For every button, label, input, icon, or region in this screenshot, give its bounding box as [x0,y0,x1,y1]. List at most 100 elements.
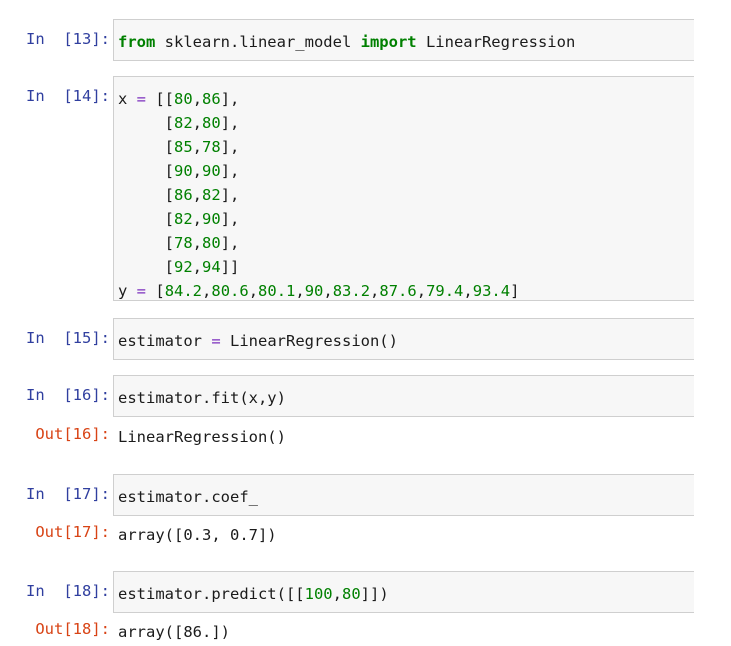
code-number: 86 [202,90,221,108]
code-token: , [248,282,259,300]
code-token: LinearRegression [416,33,576,51]
code-number: 82 [174,210,193,228]
code-token: sklearn.linear_model [155,33,361,51]
output-text-16: LinearRegression() [118,428,286,446]
code-number: 90 [202,210,221,228]
code-token: ], [220,114,240,132]
code-token: ], [220,90,240,108]
code-number: 93.4 [472,282,511,300]
code-number: 85 [174,138,193,156]
code-token: [ [118,258,174,276]
output-area-17: Out[17]: array([0.3, 0.7]) [0,523,731,549]
code-token: estimator.coef_ [118,488,258,506]
code-number: 80 [202,114,221,132]
code-token: , [192,90,203,108]
notebook-cell-15: In [15]: estimator = LinearRegression() [0,318,731,360]
code-token: estimator.fit(x,y) [118,389,286,407]
notebook-cell-18: In [18]: estimator.predict([[100,80]]) [0,571,731,613]
code-line: [82,80], [118,111,519,135]
code-number: 94 [202,258,221,276]
code-line: y = [84.2,80.6,80.1,90,83.2,87.6,79.4,93… [118,279,519,303]
code-token: [ [118,138,174,156]
out-prompt-16: Out[16]: [35,425,110,443]
code-token: [ [118,114,174,132]
code-token: [ [118,186,174,204]
code-token: , [192,186,203,204]
code-number: 82 [202,186,221,204]
code-number: 78 [174,234,193,252]
code-token: , [332,585,342,603]
code-number: 90 [202,162,221,180]
code-line: [90,90], [118,159,519,183]
code-token: , [202,282,212,300]
in-prompt-17: In [17]: [26,485,110,503]
in-prompt-18: In [18]: [26,582,110,600]
code-number: 80.1 [258,282,296,300]
code-token: ], [220,162,240,180]
code-number: 84.2 [164,282,203,300]
code-16[interactable]: estimator.fit(x,y) [118,386,286,410]
notebook-cell-17: In [17]: estimator.coef_ [0,474,731,516]
code-line: [82,90], [118,207,519,231]
code-token: LinearRegression() [220,332,398,350]
code-token: [ [118,162,174,180]
code-token: [ [146,282,165,300]
code-token: ], [220,186,240,204]
code-keyword: import [360,33,417,51]
code-token: , [370,282,380,300]
code-token: , [192,162,203,180]
in-prompt-14: In [14]: [26,87,110,105]
code-token: x [118,90,137,108]
code-token: , [416,282,427,300]
code-line: [86,82], [118,183,519,207]
code-token: , [463,282,473,300]
code-17[interactable]: estimator.coef_ [118,485,258,509]
code-token: ], [220,234,240,252]
code-line: x = [[80,86], [118,87,519,111]
code-token: [ [118,210,174,228]
code-line: from sklearn.linear_model import LinearR… [118,30,575,54]
code-token: , [192,258,203,276]
code-operator: = [136,282,147,300]
code-token: ]]) [360,585,389,603]
output-text-17: array([0.3, 0.7]) [118,526,277,544]
in-prompt-15: In [15]: [26,329,110,347]
code-operator: = [136,90,147,108]
code-token: , [192,138,203,156]
code-token: [[ [146,90,175,108]
code-14[interactable]: x = [[80,86], [82,80], [85,78], [90,90],… [118,87,519,303]
output-area-16: Out[16]: LinearRegression() [0,425,731,451]
in-prompt-16: In [16]: [26,386,110,404]
code-number: 83.2 [332,282,371,300]
code-number: 80 [174,90,193,108]
code-number: 86 [174,186,193,204]
code-line: estimator.coef_ [118,485,258,509]
code-number: 80.6 [211,282,249,300]
notebook-cell-13: In [13]: from sklearn.linear_model impor… [0,19,731,61]
code-line: estimator = LinearRegression() [118,329,398,353]
code-keyword: from [118,33,156,51]
code-18[interactable]: estimator.predict([[100,80]]) [118,582,389,606]
code-line: estimator.predict([[100,80]]) [118,582,389,606]
code-token: ], [220,138,240,156]
code-number: 92 [174,258,193,276]
code-token: , [192,114,203,132]
code-line: estimator.fit(x,y) [118,386,286,410]
code-token: y [118,282,137,300]
code-token: , [323,282,333,300]
code-token: ] [510,282,520,300]
code-15[interactable]: estimator = LinearRegression() [118,329,398,353]
code-number: 79.4 [426,282,464,300]
code-operator: = [211,332,221,350]
code-token: ]] [220,258,240,276]
code-number: 80 [341,585,361,603]
code-token: , [295,282,305,300]
code-number: 80 [202,234,221,252]
code-13[interactable]: from sklearn.linear_model import LinearR… [118,30,575,54]
output-text-18: array([86.]) [118,623,230,641]
code-number: 100 [304,585,333,603]
code-token: , [192,210,203,228]
code-number: 90 [174,162,193,180]
code-line: [92,94]] [118,255,519,279]
notebook-cell-14: In [14]: x = [[80,86], [82,80], [85,78],… [0,76,731,301]
